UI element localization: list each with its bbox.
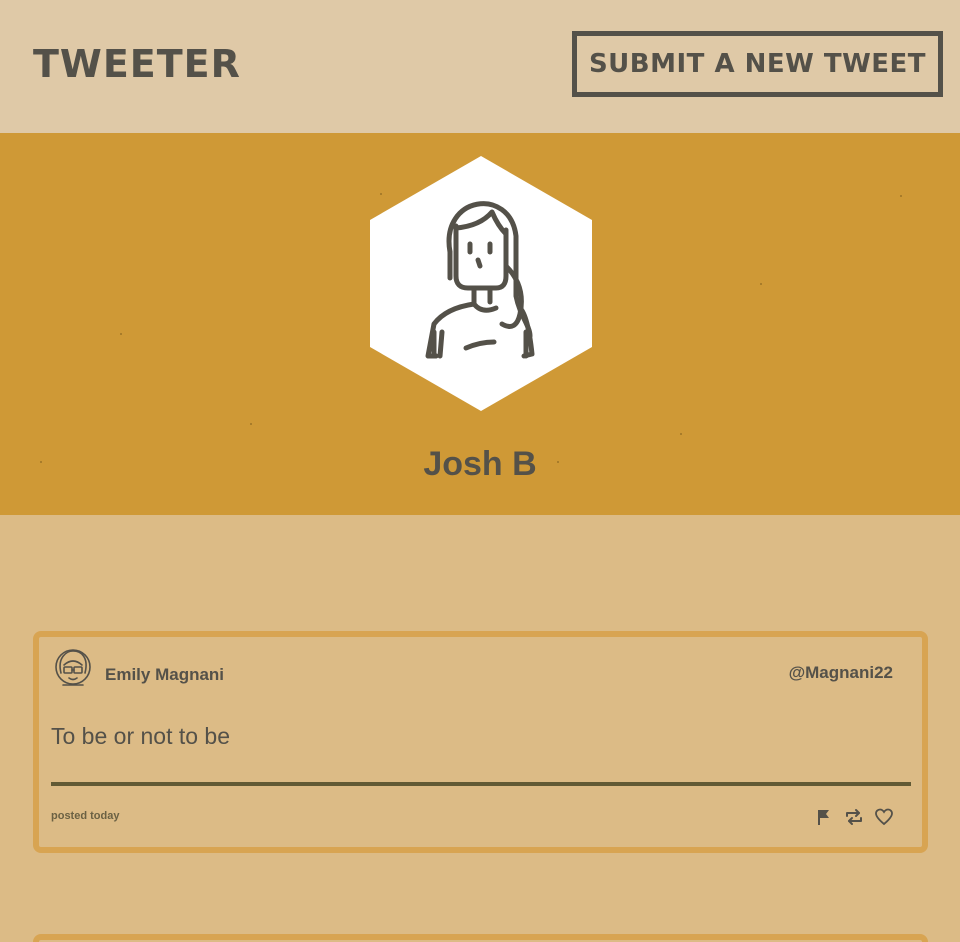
top-bar: TWEETER SUBMIT A NEW TWEET (0, 0, 960, 133)
texture-speck (250, 423, 252, 425)
tweet-author-name: Emily Magnani (105, 665, 225, 684)
tweet-card: Emily Magnani @Magnani22 To be or not to… (33, 631, 928, 853)
tweet-author-handle: @Magnani22 (788, 663, 893, 682)
tweet-card (33, 934, 928, 942)
heart-icon[interactable] (874, 807, 894, 827)
app-logo[interactable]: TWEETER (33, 40, 241, 88)
profile-banner: Josh B (0, 133, 960, 515)
tweet-divider (51, 782, 911, 786)
texture-speck (120, 333, 122, 335)
tweet-feed: Emily Magnani @Magnani22 To be or not to… (0, 515, 960, 942)
texture-speck (760, 283, 762, 285)
avatar-hexagon (370, 156, 592, 411)
tweet-timestamp: posted today (51, 810, 120, 822)
retweet-icon[interactable] (844, 807, 864, 827)
profile-avatar (370, 156, 592, 411)
tweet-text: To be or not to be (51, 723, 231, 749)
submit-new-tweet-button[interactable]: SUBMIT A NEW TWEET (572, 31, 943, 97)
profile-name: Josh B (423, 445, 537, 483)
texture-speck (680, 433, 682, 435)
author-avatar-icon (55, 649, 91, 686)
author-avatar[interactable] (53, 647, 93, 691)
tweet-actions (814, 807, 894, 827)
texture-speck (900, 195, 902, 197)
flag-icon[interactable] (814, 807, 834, 827)
